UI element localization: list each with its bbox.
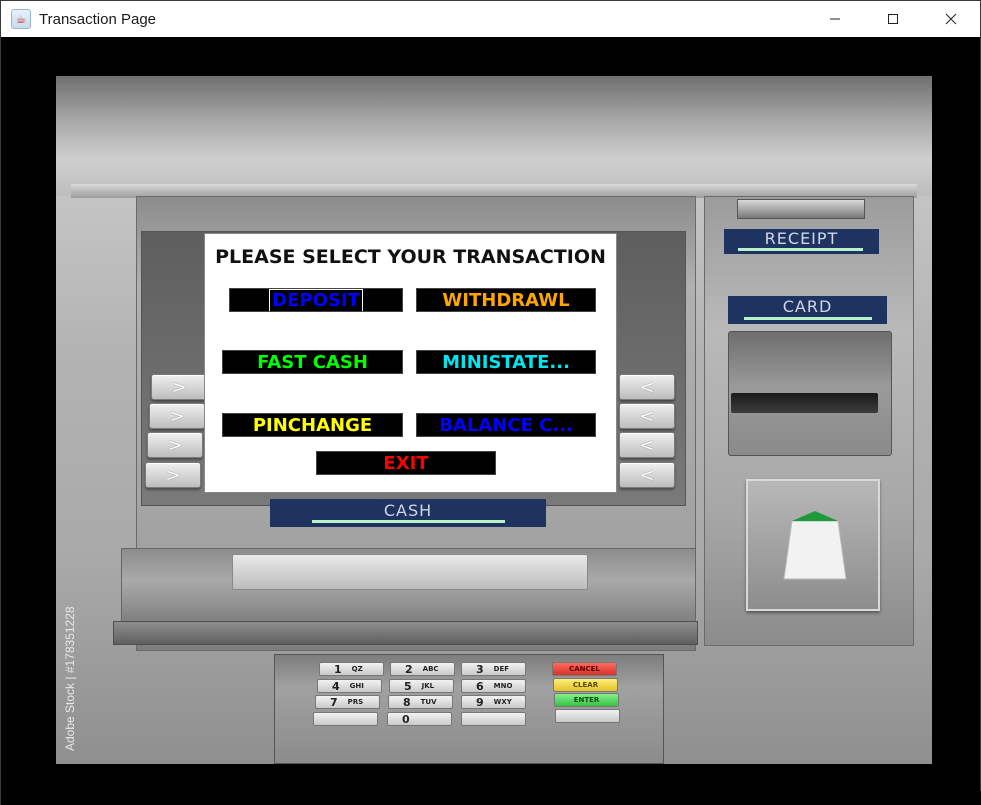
cash-label-bar (312, 520, 505, 523)
minimize-icon (830, 18, 840, 20)
key-blank-fn[interactable] (555, 709, 620, 723)
side-button-left-1[interactable]: > (151, 374, 207, 400)
window-controls (806, 1, 980, 37)
fast-cash-label: FAST CASH (257, 351, 368, 373)
deposit-label: DEPOSIT (269, 289, 363, 311)
ministatement-button[interactable]: MINISTATE... (416, 350, 596, 374)
close-icon (945, 13, 957, 25)
exit-label: EXIT (383, 452, 429, 474)
atm-background: > > > > < < < < PLEASE SELECT YOUR TRANS… (56, 76, 932, 764)
pinchange-button[interactable]: PINCHANGE (222, 413, 403, 437)
cash-label: CASH (270, 499, 546, 527)
transaction-window: ☕ Transaction Page > > > > < < < < PLEAS… (0, 0, 981, 805)
deposit-arrow-icon (783, 511, 847, 580)
key-2[interactable]: 2 ABC (390, 662, 455, 676)
close-button[interactable] (922, 1, 980, 37)
card-label: CARD (728, 296, 887, 324)
clear-key[interactable]: CLEAR (553, 678, 618, 692)
withdrawl-button[interactable]: WITHDRAWL (416, 288, 596, 312)
stock-watermark: Adobe Stock | #178351228 (63, 606, 77, 751)
maximize-icon (888, 14, 898, 24)
side-button-right-1[interactable]: < (619, 374, 675, 400)
receipt-label-bar (738, 248, 863, 251)
key-0[interactable]: 0 (387, 712, 452, 726)
window-title: Transaction Page (39, 10, 157, 28)
enter-key[interactable]: ENTER (554, 693, 619, 707)
receipt-slot (737, 199, 865, 219)
atm-ledge (113, 621, 698, 645)
receipt-label: RECEIPT (724, 229, 879, 254)
side-button-right-3[interactable]: < (619, 432, 675, 458)
key-3[interactable]: 3 DEF (461, 662, 526, 676)
card-slot (731, 393, 878, 413)
key-4[interactable]: 4 GHI (317, 679, 382, 693)
exit-button[interactable]: EXIT (316, 451, 496, 475)
atm-screen: PLEASE SELECT YOUR TRANSACTION DEPOSIT W… (204, 233, 617, 493)
pinchange-label: PINCHANGE (252, 414, 373, 436)
java-cup-icon: ☕ (11, 9, 31, 29)
key-blank-right[interactable] (461, 712, 526, 726)
key-1[interactable]: 1 QZ (319, 662, 384, 676)
key-6[interactable]: 6 MNO (461, 679, 526, 693)
side-button-left-4[interactable]: > (145, 462, 201, 488)
key-blank-left[interactable] (313, 712, 378, 726)
key-8[interactable]: 8 TUV (388, 695, 453, 709)
title-bar: ☕ Transaction Page (1, 1, 980, 37)
key-7[interactable]: 7 PRS (315, 695, 380, 709)
deposit-slot (746, 479, 880, 611)
atm-hood (56, 76, 932, 196)
deposit-button[interactable]: DEPOSIT (229, 288, 403, 312)
side-button-left-2[interactable]: > (149, 403, 205, 429)
side-button-right-2[interactable]: < (619, 403, 675, 429)
side-button-left-3[interactable]: > (147, 432, 203, 458)
balance-enquiry-label: BALANCE C... (439, 414, 573, 436)
maximize-button[interactable] (864, 1, 922, 37)
minimize-button[interactable] (806, 1, 864, 37)
withdrawl-label: WITHDRAWL (442, 289, 570, 311)
key-5[interactable]: 5 JKL (389, 679, 454, 693)
cancel-key[interactable]: CANCEL (552, 662, 617, 676)
cash-dispenser-slot (232, 554, 588, 590)
ministatement-label: MINISTATE... (442, 351, 570, 373)
background-bleed (1, 791, 981, 805)
screen-heading: PLEASE SELECT YOUR TRANSACTION (215, 246, 606, 268)
key-9[interactable]: 9 WXY (461, 695, 526, 709)
balance-enquiry-button[interactable]: BALANCE C... (416, 413, 596, 437)
fast-cash-button[interactable]: FAST CASH (222, 350, 403, 374)
side-button-right-4[interactable]: < (619, 462, 675, 488)
card-label-bar (744, 317, 872, 320)
